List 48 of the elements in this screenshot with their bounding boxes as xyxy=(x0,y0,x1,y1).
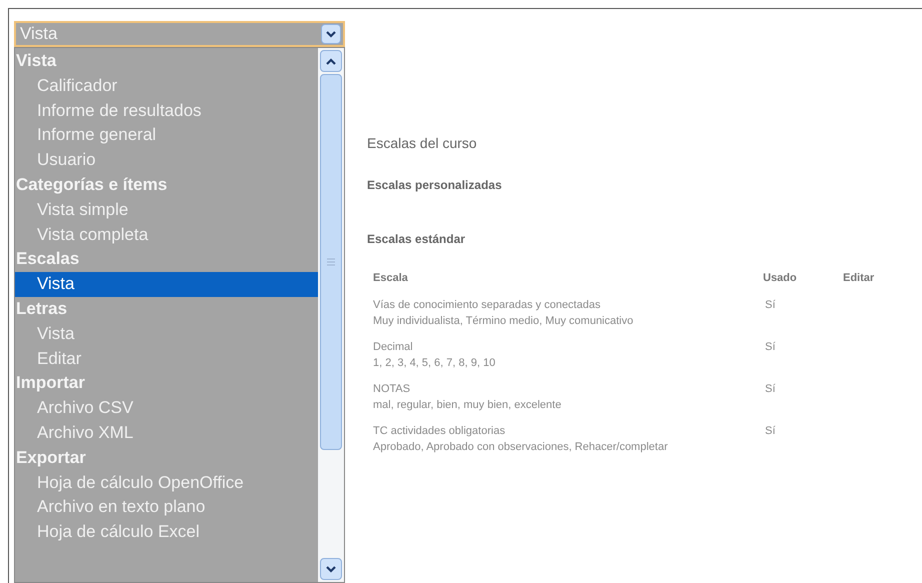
scrollbar[interactable] xyxy=(318,48,344,582)
dropdown-option[interactable]: Hoja de cálculo Excel xyxy=(15,520,318,545)
chevron-up-icon xyxy=(326,58,336,64)
dropdown-option[interactable]: Calificador xyxy=(15,74,318,99)
table-cell-text: Sí xyxy=(765,340,776,354)
dropdown-option[interactable]: Hoja de cálculo OpenOffice xyxy=(15,470,318,496)
group-heading: Exportar xyxy=(15,446,87,469)
scale-values: Aprobado, Aprobado con observaciones, Rehacer/completar xyxy=(373,440,669,454)
scale-name: Decimal xyxy=(373,340,414,354)
view-select[interactable]: Vista xyxy=(14,21,345,47)
column-header: Escala xyxy=(373,271,409,286)
section-heading: Escalas personalizadas xyxy=(367,177,503,194)
dropdown-option[interactable]: Archivo XML xyxy=(15,420,318,446)
dropdown-option[interactable]: Informe de resultados xyxy=(15,98,318,124)
group-heading: Importar xyxy=(15,372,86,394)
dropdown-option[interactable]: Vista xyxy=(15,272,318,297)
table-cell-text: Sí xyxy=(765,424,776,438)
group-heading: Escalas xyxy=(15,248,80,270)
scroll-up-button[interactable] xyxy=(320,50,342,72)
chevron-down-icon xyxy=(326,30,336,38)
dropdown-option[interactable]: Usuario xyxy=(15,148,318,173)
dropdown-option[interactable]: Vista completa xyxy=(15,222,318,248)
table-cell-text: Sí xyxy=(765,382,776,396)
scale-name: NOTAS xyxy=(373,382,412,396)
scale-name: Vías de conocimiento separadas y conectadas xyxy=(373,298,602,312)
group-heading: Categorías e ítems xyxy=(15,174,168,196)
chevron-down-icon xyxy=(326,566,336,572)
group-heading: Letras xyxy=(15,298,68,320)
dropdown-option[interactable]: Vista xyxy=(15,322,318,347)
dropdown-option[interactable]: Editar xyxy=(15,346,318,372)
grip-icon xyxy=(327,258,335,266)
dropdown-button[interactable] xyxy=(321,24,341,44)
dropdown-option[interactable]: Archivo CSV xyxy=(15,396,318,421)
table-cell-text: Sí xyxy=(765,298,776,312)
scale-values: Muy individualista, Término medio, Muy comunicativo xyxy=(373,314,634,328)
dropdown-option[interactable]: Vista simple xyxy=(15,198,318,223)
scroll-thumb[interactable] xyxy=(320,74,342,450)
scale-name: TC actividades obligatorias xyxy=(373,424,506,438)
scale-values: mal, regular, bien, muy bien, excelente xyxy=(373,398,562,412)
scroll-down-button[interactable] xyxy=(320,558,342,580)
dropdown-option[interactable]: Informe general xyxy=(15,123,318,148)
page-title: Escalas del curso xyxy=(367,134,478,153)
group-heading: Vista xyxy=(15,50,58,72)
column-header: Usado xyxy=(763,271,798,286)
section-heading: Escalas estándar xyxy=(367,231,466,248)
column-header: Editar xyxy=(843,271,874,286)
dropdown-option[interactable]: Archivo en texto plano xyxy=(15,495,318,520)
scale-values: 1, 2, 3, 4, 5, 6, 7, 8, 9, 10 xyxy=(373,356,496,370)
